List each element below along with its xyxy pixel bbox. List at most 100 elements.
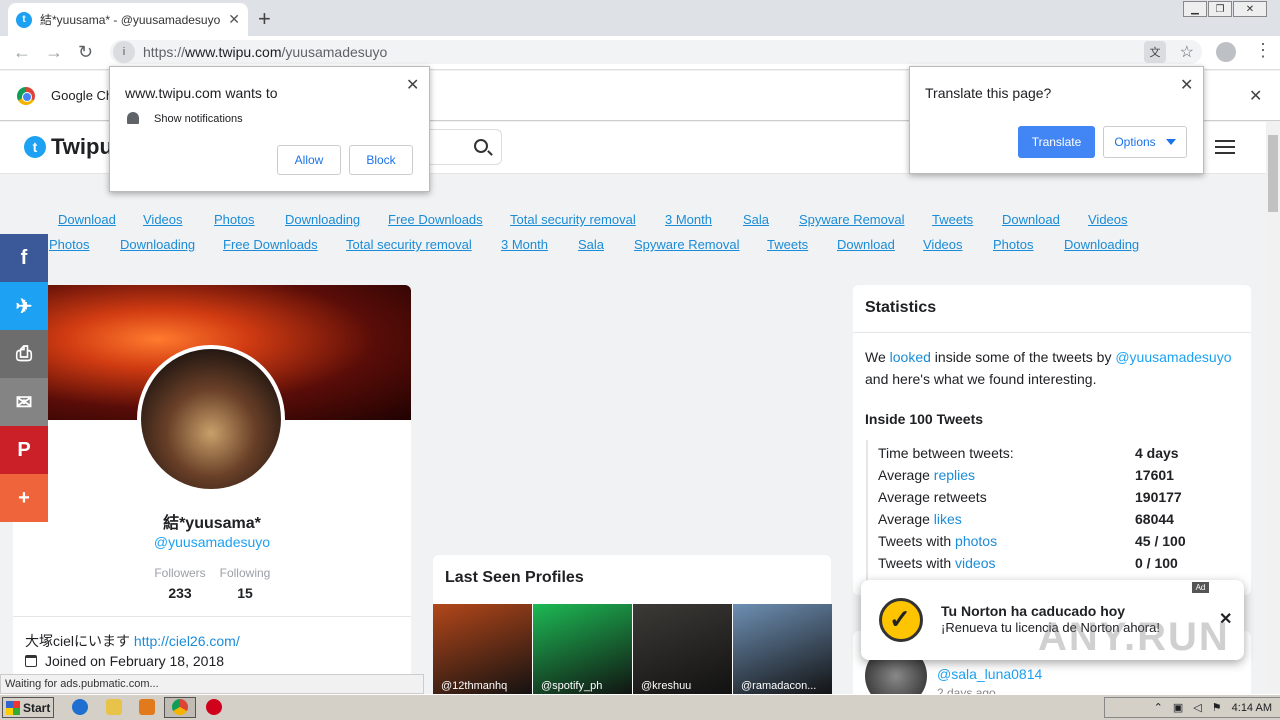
last-seen-profile[interactable]: @spotify_ph (533, 604, 632, 696)
bell-icon (127, 112, 139, 124)
share-pinterest-icon[interactable]: P (0, 426, 48, 474)
nav-link[interactable]: Download (837, 237, 895, 252)
clock[interactable]: 4:14 AM (1232, 702, 1272, 714)
nav-link[interactable]: Tweets (932, 212, 973, 227)
stat-value: 68044 (1135, 511, 1174, 527)
intro-handle[interactable]: @yuusamadesuyo (1115, 349, 1231, 365)
nav-link[interactable]: Videos (1088, 212, 1128, 227)
volume-icon[interactable]: ◁ (1193, 701, 1201, 714)
system-tray: ⌃ ▣ ◁ ⚑ 4:14 AM (1104, 697, 1280, 718)
ad-badge: Ad (1192, 582, 1209, 593)
translate-button[interactable]: Translate (1018, 126, 1095, 158)
nav-link[interactable]: Videos (923, 237, 963, 252)
nav-link[interactable]: Total security removal (510, 212, 636, 227)
nav-link[interactable]: Photos (214, 212, 254, 227)
share-print-icon[interactable]: ⎙ (0, 330, 48, 378)
last-seen-profile[interactable]: @ramadacon... (733, 604, 832, 696)
nav-link[interactable]: Sala (578, 237, 604, 252)
site-info-icon[interactable]: i (113, 41, 135, 63)
forward-icon[interactable]: → (45, 42, 63, 63)
site-logo[interactable]: Twipu (51, 134, 113, 160)
followers-label: Followers (154, 566, 206, 580)
last-seen-title: Last Seen Profiles (445, 569, 584, 586)
back-icon[interactable]: ← (13, 42, 31, 63)
looked-link[interactable]: looked (890, 349, 931, 365)
browser-tab[interactable]: t 結*yuusama* - @yuusamadesuyo T ✕ (8, 3, 248, 36)
stat-link[interactable]: likes (934, 511, 962, 527)
nav-link[interactable]: Download (58, 212, 116, 227)
tab-close-icon[interactable]: ✕ (228, 11, 240, 28)
share-more-icon[interactable]: + (0, 474, 48, 522)
restore-icon[interactable]: ❐ (1208, 1, 1232, 17)
profile-handle[interactable]: @yuusamadesuyo (13, 534, 411, 550)
status-bar: Waiting for ads.pubmatic.com... (0, 674, 424, 694)
nav-link[interactable]: Sala (743, 212, 769, 227)
new-tab-icon[interactable]: + (258, 6, 271, 32)
nav-link[interactable]: Downloading (285, 212, 360, 227)
stat-value: 190177 (1135, 489, 1182, 505)
nav-link[interactable]: Download (1002, 212, 1060, 227)
nav-link[interactable]: 3 Month (665, 212, 712, 227)
nav-link[interactable]: 3 Month (501, 237, 548, 252)
profile-bio: 大塚cielにいます http://ciel26.com/ (25, 633, 240, 649)
nav-link[interactable]: Videos (143, 212, 183, 227)
norton-check-icon: ✓ (889, 604, 911, 634)
profile-avatar[interactable] (137, 345, 285, 493)
security-app-icon[interactable] (206, 699, 222, 715)
tweet-handle[interactable]: @sala_luna0814 (937, 666, 1042, 682)
nav-link[interactable]: Tweets (767, 237, 808, 252)
nav-link[interactable]: Free Downloads (388, 212, 483, 227)
site-search-input[interactable] (420, 129, 502, 165)
url-text: https://www.twipu.com/yuusamadesuyo (143, 44, 388, 60)
nav-link[interactable]: Spyware Removal (799, 212, 905, 227)
minimize-icon[interactable]: ▁ (1183, 1, 1207, 17)
stat-value: 0 / 100 (1135, 555, 1178, 571)
card-divider (13, 616, 411, 617)
nav-link[interactable]: Spyware Removal (634, 237, 740, 252)
stat-link[interactable]: replies (934, 467, 975, 483)
start-button[interactable]: Start (2, 697, 54, 718)
options-button[interactable]: Options (1103, 126, 1187, 158)
ie-icon[interactable] (72, 699, 88, 715)
nav-link[interactable]: Downloading (120, 237, 195, 252)
permission-close-icon[interactable]: ✕ (406, 75, 419, 95)
reload-icon[interactable]: ↻ (78, 42, 93, 63)
bio-link[interactable]: http://ciel26.com/ (134, 633, 240, 649)
nav-link[interactable]: Downloading (1064, 237, 1139, 252)
infobar-close-icon[interactable]: ✕ (1249, 86, 1262, 106)
menu-dots-icon[interactable]: ⋮ (1254, 40, 1272, 61)
bookmark-star-icon[interactable]: ☆ (1180, 42, 1194, 62)
calendar-icon (25, 655, 37, 667)
nav-link[interactable]: Photos (49, 237, 89, 252)
block-button[interactable]: Block (349, 145, 413, 175)
allow-button[interactable]: Allow (277, 145, 341, 175)
translate-close-icon[interactable]: ✕ (1180, 75, 1193, 95)
last-seen-handle: @kreshuu (641, 680, 692, 692)
profile-avatar-icon[interactable] (1216, 42, 1236, 62)
translate-icon[interactable]: 文 (1144, 41, 1166, 63)
address-bar[interactable]: i https://www.twipu.com/yuusamadesuyo 文 … (110, 40, 1202, 64)
hamburger-menu-icon[interactable] (1215, 140, 1235, 154)
nav-link[interactable]: Total security removal (346, 237, 472, 252)
nav-link[interactable]: Photos (993, 237, 1033, 252)
window-close-icon[interactable]: ✕ (1233, 1, 1267, 17)
share-email-icon[interactable]: ✉ (0, 378, 48, 426)
share-facebook-icon[interactable]: f (0, 234, 48, 282)
nav-link[interactable]: Free Downloads (223, 237, 318, 252)
stat-link[interactable]: videos (955, 555, 995, 571)
last-seen-handle: @spotify_ph (541, 680, 603, 692)
search-icon[interactable] (474, 139, 488, 153)
last-seen-profile[interactable]: @12thmanhq (433, 604, 532, 696)
profile-name: 結*yuusama* (163, 515, 261, 532)
last-seen-profile[interactable]: @kreshuu (633, 604, 732, 696)
scrollbar-thumb[interactable] (1268, 135, 1278, 212)
network-icon[interactable]: ▣ (1173, 701, 1183, 714)
explorer-icon[interactable] (106, 699, 122, 715)
tray-arrow-icon[interactable]: ⌃ (1154, 701, 1163, 714)
twipu-logo-icon[interactable]: t (24, 136, 46, 158)
stat-link[interactable]: photos (955, 533, 997, 549)
flag-icon[interactable]: ⚑ (1212, 701, 1222, 714)
media-player-icon[interactable] (139, 699, 155, 715)
share-twitter-icon[interactable]: ✈ (0, 282, 48, 330)
inside-tweets-heading: Inside 100 Tweets (865, 411, 984, 427)
